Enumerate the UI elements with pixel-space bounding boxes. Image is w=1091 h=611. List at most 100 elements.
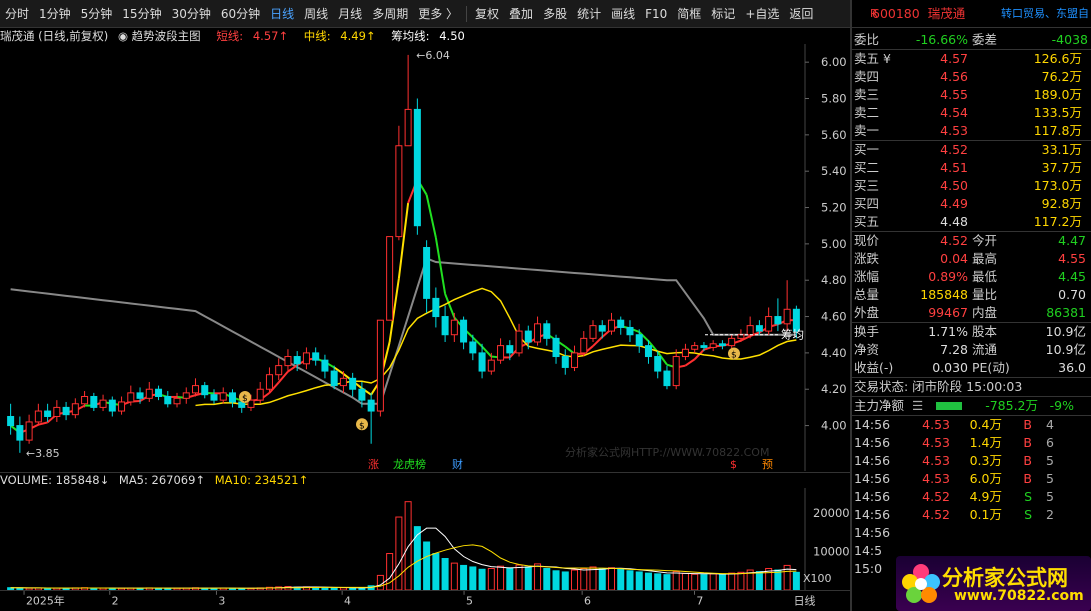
trade-status: 交易状态: 闭市阶段 15:00:03 <box>854 379 1023 394</box>
trend-line-segment <box>425 194 437 238</box>
add-watchlist-button[interactable]: +自选 <box>740 0 784 28</box>
event-tag[interactable]: 涨 <box>368 458 379 471</box>
stock-name: 瑞茂通 <box>927 6 966 21</box>
logo-url: www.70822.com <box>954 588 1084 604</box>
more-menu[interactable]: 更多 〉 <box>413 0 463 28</box>
multi-stock-button[interactable]: 多股 <box>538 0 572 28</box>
date-tick-label: 2025年 <box>26 593 65 607</box>
low-mark-label: ←3.85 <box>26 447 60 460</box>
candle-body <box>635 334 643 347</box>
event-tag[interactable]: 财 <box>452 457 463 471</box>
tab-daily[interactable]: 日线 <box>265 0 299 28</box>
tab-1min[interactable]: 1分钟 <box>34 0 76 28</box>
adjust-button[interactable]: 复权 <box>470 0 504 28</box>
candle-body <box>413 108 421 227</box>
date-tick-label: 2 <box>112 594 119 607</box>
volume-bar <box>404 501 412 590</box>
candle-body <box>293 356 301 365</box>
ask-list: 卖五 ¥4.57 126.6万 卖四 4.56 76.2万 卖三 4.55 189.0万 卖二 4… <box>852 50 1091 140</box>
candle-body <box>580 337 588 354</box>
bid-list: 买一 4.52 33.1万 买二 4.51 37.7万 买三 4.50 173.0万 买四 4.49… <box>852 141 1091 231</box>
tab-30min[interactable]: 30分钟 <box>167 0 216 28</box>
tab-60min[interactable]: 60分钟 <box>216 0 265 28</box>
event-tag[interactable]: $ <box>730 458 737 471</box>
price-tick-label: 4.40 <box>821 346 847 360</box>
volume-bar <box>376 574 384 590</box>
tab-weekly[interactable]: 周线 <box>299 0 333 28</box>
price-tick-label: 5.20 <box>821 201 847 215</box>
bid-level-row[interactable]: 买四 4.49 92.8万 <box>852 195 1091 213</box>
volume-bar <box>386 553 394 590</box>
candle-body <box>681 348 689 358</box>
trend-line-segment <box>444 293 456 318</box>
overlay-button[interactable]: 叠加 <box>504 0 538 28</box>
quote-stat-row: 现价 4.52 今开 4.47 <box>854 233 1086 248</box>
stock-code: 600180 <box>872 6 920 21</box>
volume-bar <box>672 571 680 590</box>
volume-chart[interactable]: 20000 10000 X100 <box>0 488 850 590</box>
candle-body <box>219 392 227 401</box>
trend-line-segment <box>684 358 696 367</box>
event-tag[interactable]: 预 <box>762 458 773 471</box>
candlestick-chart[interactable]: 6.00 5.80 5.60 5.40 5.20 5.00 4.80 4.60 4.40 4.20… <box>0 44 850 471</box>
price-tick-label: 5.00 <box>821 237 847 251</box>
event-tag[interactable]: 龙虎榜 <box>393 457 426 471</box>
volume-bar <box>626 570 634 590</box>
stock-marker: R <box>870 7 878 20</box>
bid-level-row[interactable]: 买三 4.50 173.0万 <box>852 177 1091 195</box>
candle-body <box>450 319 458 336</box>
volume-value: VOLUME: 185848↓ <box>0 473 110 487</box>
quote-stats: 现价 4.52 今开 4.47 涨跌 0.04 最高 4.55 涨幅 0.89% 最低 4.45 总量 1… <box>852 232 1091 322</box>
tab-fenshi[interactable]: 分时 <box>0 0 34 28</box>
list-icon[interactable]: ☰ <box>912 397 926 415</box>
tab-multi-period[interactable]: 多周期 <box>367 0 413 28</box>
ask-level-row[interactable]: 卖四 4.56 76.2万 <box>852 68 1091 86</box>
volume-bar <box>792 571 800 590</box>
tick-trade-row: 14:56 4.53 1.4万 B 6 <box>854 435 1054 450</box>
ask-level-row[interactable]: 卖二 4.54 133.5万 <box>852 104 1091 122</box>
date-axis: 2025年 2 3 4 5 6 7 日线 <box>0 590 850 607</box>
tab-5min[interactable]: 5分钟 <box>76 0 118 28</box>
candle-body <box>62 406 70 416</box>
ask-level-row[interactable]: 卖五 ¥4.57 126.6万 <box>852 50 1091 68</box>
period-label[interactable]: 日线 <box>794 593 816 607</box>
watermark-logo: 分析家公式网 www.70822.com <box>896 556 1091 611</box>
candle-body <box>136 392 144 399</box>
ask-level-row[interactable]: 卖三 4.55 189.0万 <box>852 86 1091 104</box>
svg-text:$: $ <box>242 394 248 404</box>
candle-body <box>173 397 181 405</box>
ask-level-row[interactable]: 卖一 4.53 117.8万 <box>852 122 1091 140</box>
tab-15min[interactable]: 15分钟 <box>117 0 166 28</box>
candle-body <box>672 356 680 387</box>
candle-body <box>487 359 495 372</box>
mark-button[interactable]: 标记 <box>706 0 740 28</box>
tab-monthly[interactable]: 月线 <box>333 0 367 28</box>
candle-body <box>543 323 551 339</box>
f10-button[interactable]: F10 <box>640 0 672 28</box>
indicator-selector[interactable]: ◉ 趋势波段主图 <box>118 29 207 43</box>
candle-body <box>118 401 126 412</box>
stats-button[interactable]: 统计 <box>572 0 606 28</box>
volume-bar <box>691 573 699 590</box>
concept-tag[interactable]: 转口贸易、东盟自 <box>1001 0 1089 28</box>
candle-body <box>774 316 782 325</box>
candle-body <box>607 319 615 332</box>
indicator-name: 趋势波段主图 <box>131 29 201 43</box>
candle-body <box>644 345 652 358</box>
tick-trade-row: 14:56 4.53 0.4万 B 4 <box>854 417 1054 432</box>
bid-level-row[interactable]: 买一 4.52 33.1万 <box>852 141 1091 159</box>
back-button[interactable]: 返回 <box>784 0 818 28</box>
bid-level-row[interactable]: 买五 4.48 117.2万 <box>852 213 1091 231</box>
draw-button[interactable]: 画线 <box>606 0 640 28</box>
volume-tick-label: 10000 <box>813 545 850 559</box>
candle-body <box>155 388 163 398</box>
bid-level-row[interactable]: 买二 4.51 37.7万 <box>852 159 1091 177</box>
tick-trade-list[interactable]: 14:56 4.53 0.4万 B 4 14:56 4.53 1.4万 B 6 14:56 4.53 0… <box>852 416 1091 578</box>
simple-frame-button[interactable]: 简框 <box>672 0 706 28</box>
volume-bar <box>774 569 782 590</box>
volume-bar <box>487 567 495 590</box>
money-bag-icon[interactable]: $ <box>356 418 368 431</box>
candle-body <box>265 374 273 390</box>
volume-bar <box>709 573 717 590</box>
toolbar-divider <box>466 5 468 22</box>
